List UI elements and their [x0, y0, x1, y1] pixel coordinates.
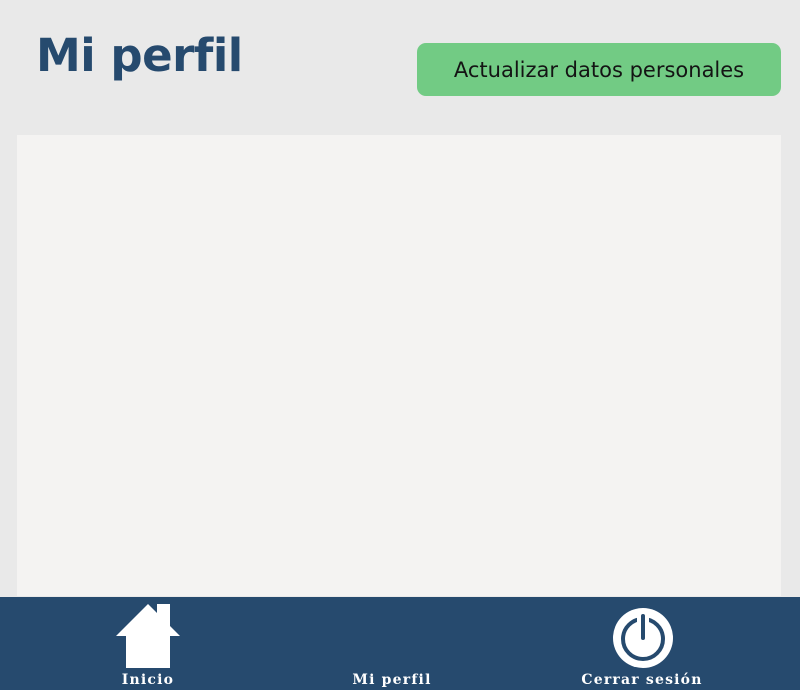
nav-item-profile[interactable]: Mi perfil [336, 597, 448, 690]
nav-label-home: Inicio [121, 672, 175, 688]
profile-content-panel [17, 135, 781, 596]
bottom-navigation-bar: Inicio Mi perfil Cerrar sesión [0, 597, 800, 690]
home-icon [116, 604, 180, 668]
page-title: Mi perfil [36, 29, 243, 82]
power-icon [613, 608, 673, 668]
update-personal-data-button[interactable]: Actualizar datos personales [417, 43, 781, 96]
nav-label-logout: Cerrar sesión [581, 672, 703, 688]
nav-item-home[interactable]: Inicio [98, 597, 198, 690]
nav-item-logout[interactable]: Cerrar sesión [572, 597, 712, 690]
nav-label-profile: Mi perfil [352, 672, 432, 688]
